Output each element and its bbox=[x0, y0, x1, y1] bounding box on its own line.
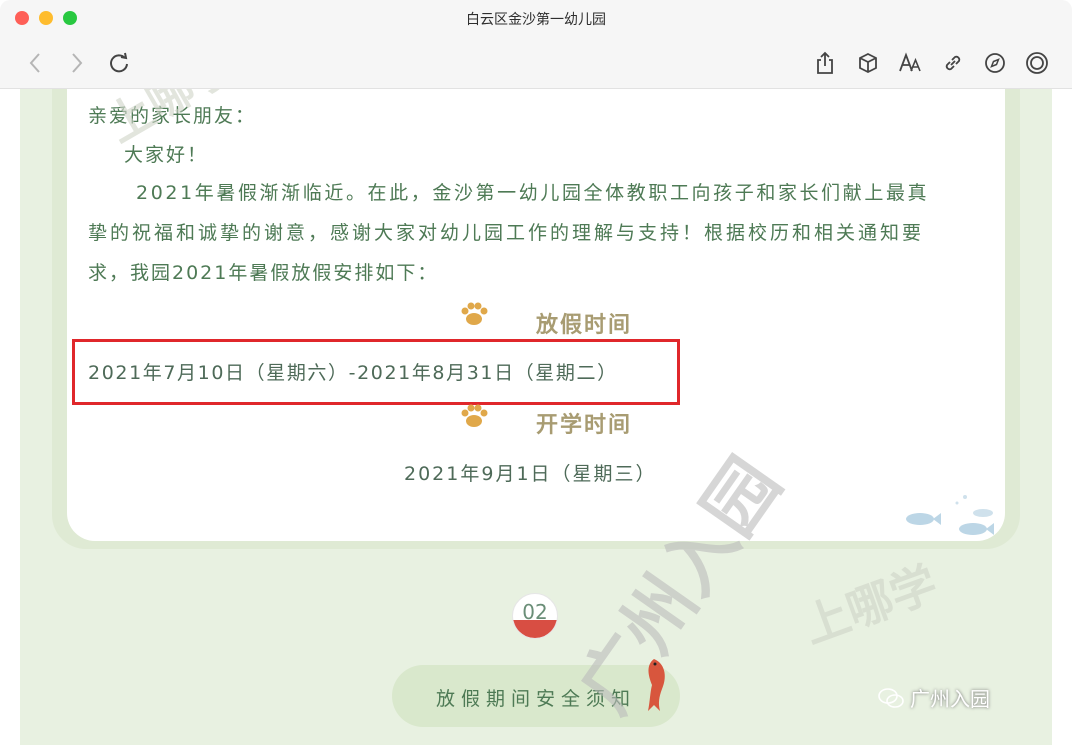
paragraph-line-3: 求，我园2021年暑假放假安排如下： bbox=[88, 262, 439, 284]
holiday-title: 放假时间 bbox=[536, 313, 633, 338]
window-title: 白云区金沙第一幼儿园 bbox=[466, 12, 606, 28]
chevron-right-icon bbox=[72, 53, 83, 73]
page-content: 亲爱的家长朋友： 大家好！ 2021年暑假渐渐临近。在此，金沙第一幼儿园全体教职… bbox=[0, 89, 1072, 745]
title-bar: 白云区金沙第一幼儿园 bbox=[0, 0, 1072, 38]
link-button[interactable] bbox=[940, 50, 966, 76]
paw-icon bbox=[461, 302, 488, 325]
share-button[interactable] bbox=[812, 50, 838, 76]
chevron-left-icon bbox=[29, 53, 40, 73]
browser-window: 白云区金沙第一幼儿园 亲爱的家长朋友： 大家好！ 2021年暑假渐渐临近。在此，… bbox=[0, 0, 1072, 745]
school-start-title: 开学时间 bbox=[536, 413, 633, 438]
back-button[interactable] bbox=[22, 50, 48, 76]
paw-icon bbox=[461, 404, 488, 427]
font-size-button[interactable] bbox=[897, 50, 923, 76]
forward-button[interactable] bbox=[64, 50, 90, 76]
more-button[interactable] bbox=[1024, 50, 1050, 76]
link-icon bbox=[945, 55, 961, 71]
wechat-account-label: 广州入园 bbox=[878, 683, 990, 712]
school-start-date: 2021年9月1日（星期三） bbox=[404, 463, 657, 485]
font-size-icon bbox=[899, 52, 921, 72]
cube-icon bbox=[859, 52, 877, 74]
compass-button[interactable] bbox=[982, 50, 1008, 76]
section-number: 02 bbox=[522, 600, 548, 624]
circle-icon bbox=[1026, 52, 1048, 74]
toolbar bbox=[0, 38, 1072, 89]
reload-button[interactable] bbox=[106, 50, 132, 76]
reload-icon bbox=[110, 52, 128, 73]
wechat-account-name: 广州入园 bbox=[910, 687, 990, 711]
paragraph-line-2: 挚的祝福和诚挚的谢意，感谢大家对幼儿园工作的理解与支持！根据校历和相关通知要 bbox=[88, 222, 925, 244]
section-number-badge: 02 bbox=[512, 593, 558, 639]
compass-icon bbox=[985, 53, 1005, 73]
share-icon bbox=[817, 51, 833, 74]
wechat-icon bbox=[878, 687, 904, 708]
paragraph-line-1: 2021年暑假渐渐临近。在此，金沙第一幼儿园全体教职工向孩子和家长们献上最真 bbox=[136, 182, 930, 204]
fish-decoration-icon bbox=[906, 495, 994, 535]
highlight-box bbox=[72, 339, 680, 405]
cube-button[interactable] bbox=[855, 50, 881, 76]
